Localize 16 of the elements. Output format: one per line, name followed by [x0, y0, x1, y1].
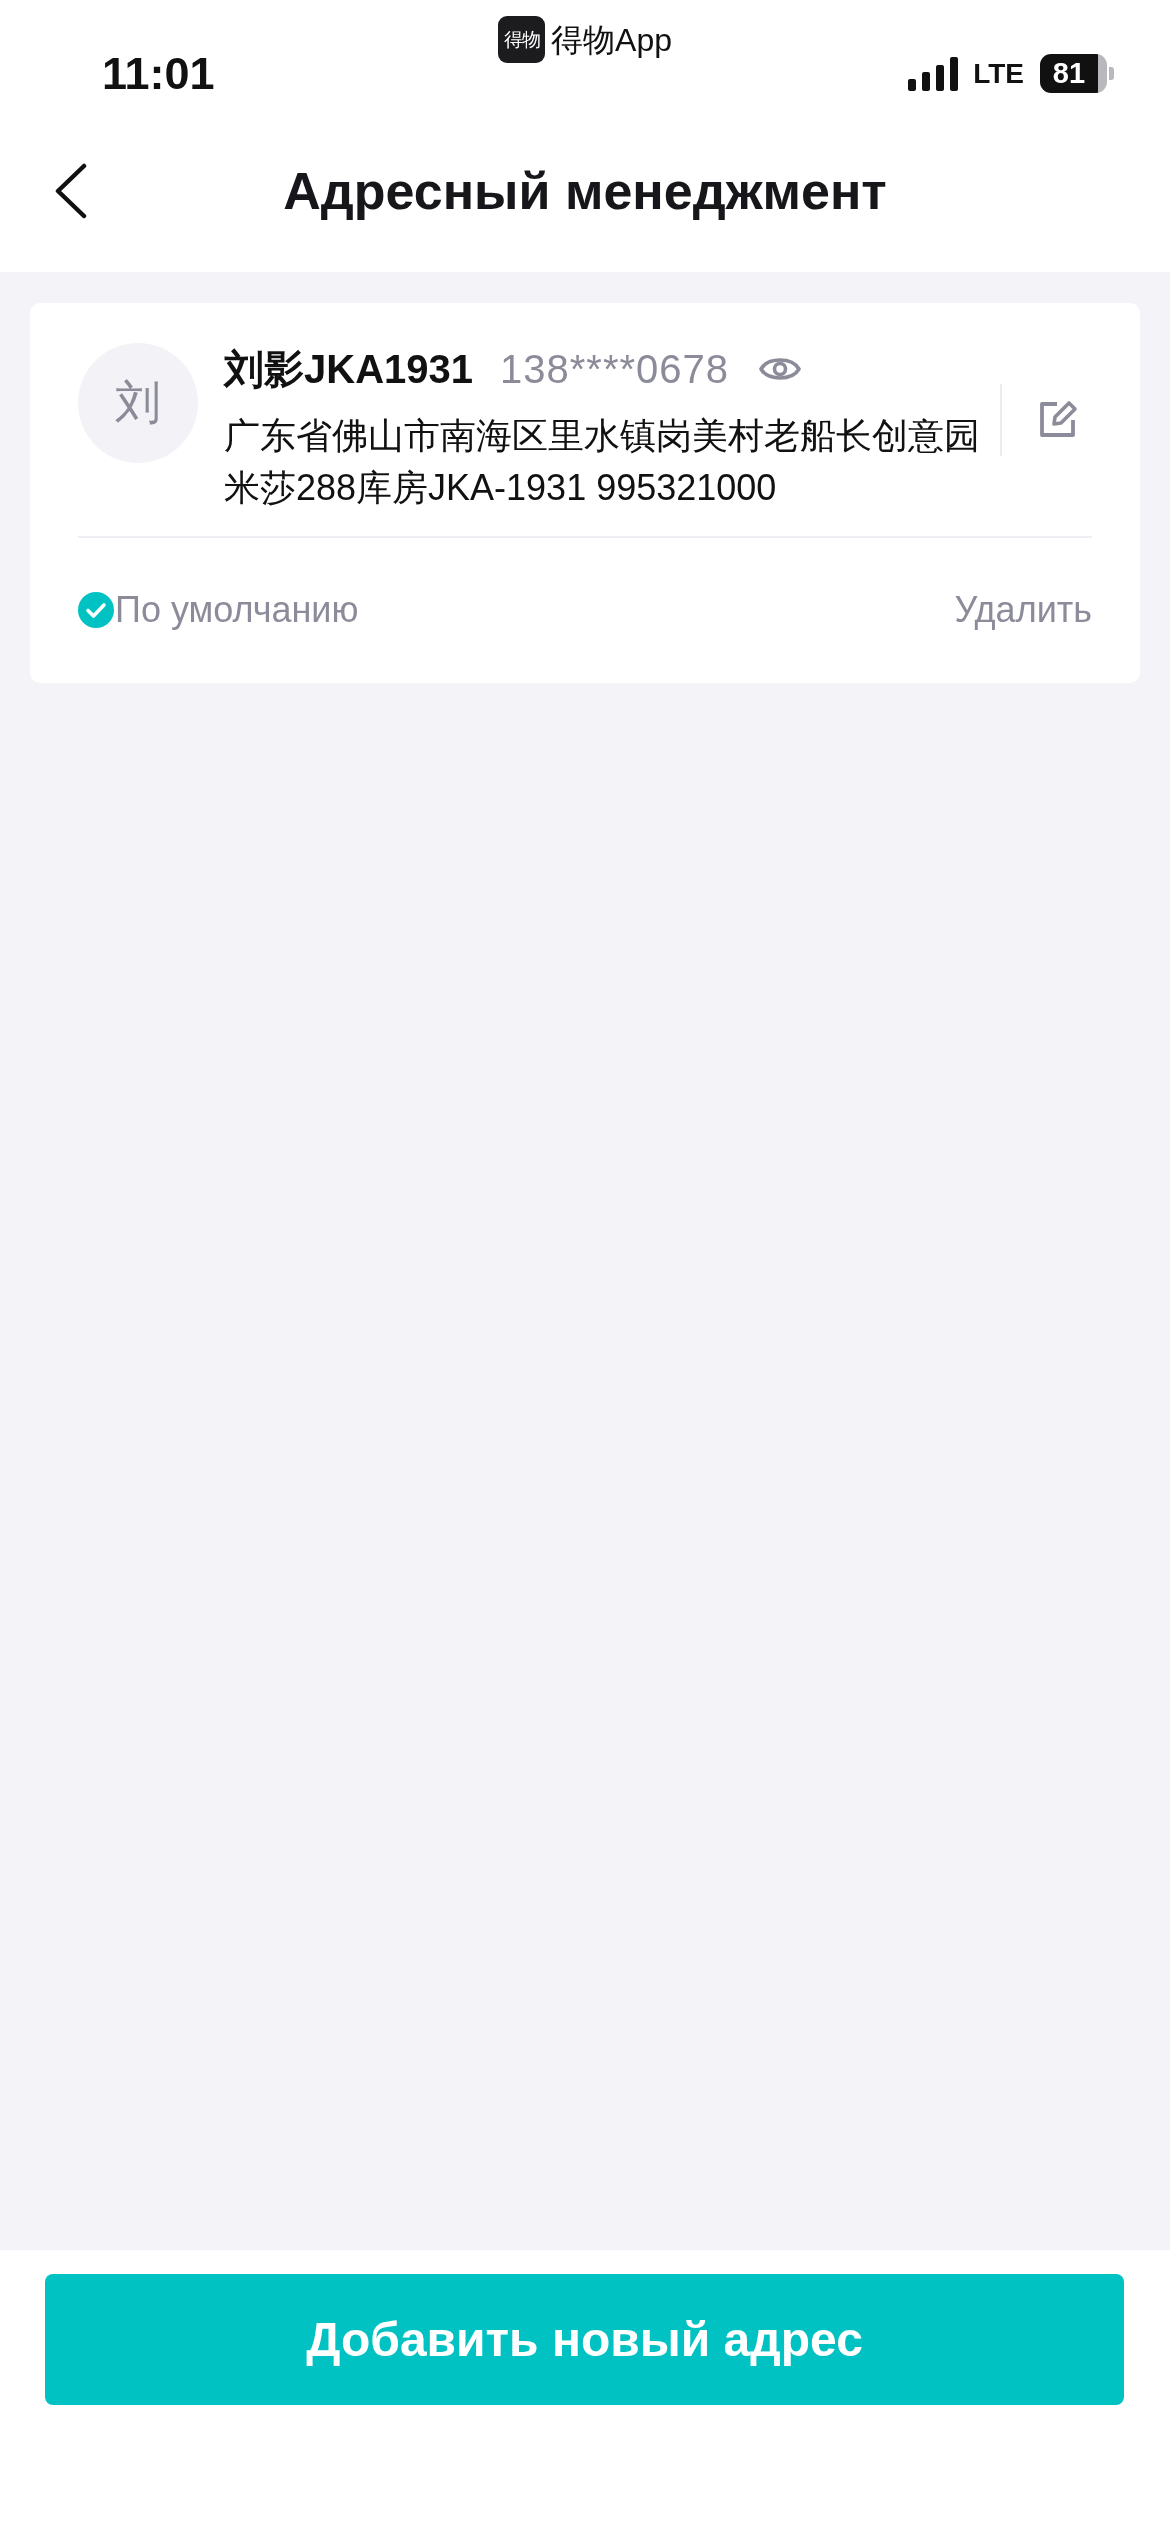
back-icon[interactable]	[54, 163, 88, 219]
status-time: 11:01	[102, 52, 215, 96]
default-option[interactable]: По умолчанию	[78, 592, 359, 628]
address-text: 广东省佛山市南海区里水镇岗美村老船长创意园米莎288库房JKA-1931 995321000	[224, 414, 981, 510]
app-logo: 得物	[498, 16, 546, 63]
phone-number: 138****0678	[500, 346, 729, 392]
network-type: LTE	[973, 56, 1024, 91]
back-to-app-link[interactable]: 得物App	[551, 19, 672, 60]
signal-icon	[908, 56, 959, 91]
add-address-button[interactable]: Добавить новый адрес	[45, 2274, 1124, 2405]
battery-indicator: 81	[1040, 54, 1114, 93]
avatar: 刘	[78, 343, 198, 463]
edit-icon[interactable]	[1038, 399, 1078, 439]
delete-link[interactable]: Удалить	[954, 592, 1092, 628]
page-title: Адресный менеджмент	[283, 161, 887, 221]
recipient-name: 刘影JKA1931	[224, 345, 473, 393]
